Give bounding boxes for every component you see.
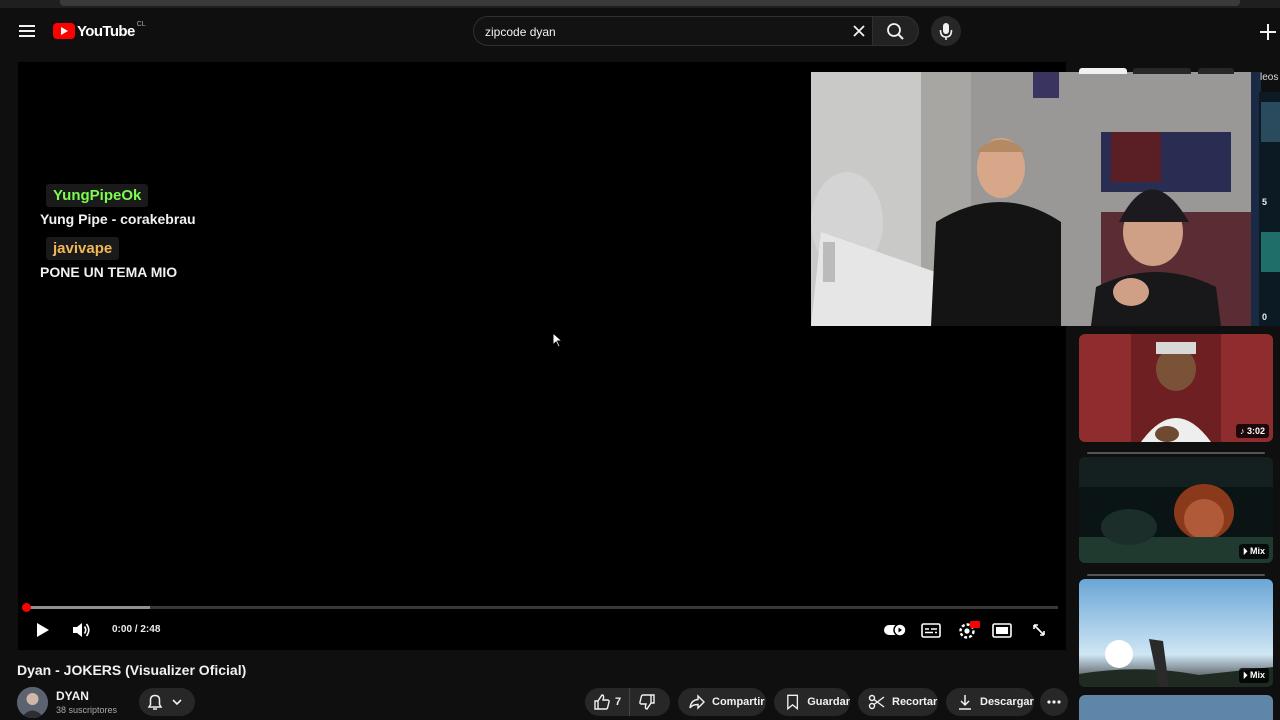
- play-icon: [37, 623, 49, 637]
- search-box: [473, 16, 873, 46]
- clear-icon[interactable]: [849, 21, 869, 41]
- like-count: 7: [615, 696, 622, 708]
- time-display: 0:00 / 2:48: [112, 624, 161, 635]
- chat-text: PONE UN TEMA MIO: [40, 264, 178, 280]
- chat-message: javivape PONE UN TEMA MIO: [40, 237, 196, 280]
- fullscreen-icon: [1033, 624, 1045, 636]
- miniplayer-button[interactable]: [991, 617, 1013, 643]
- settings-icon: [959, 621, 980, 639]
- edge-count: 0: [1262, 312, 1268, 322]
- like-icon: [594, 694, 610, 710]
- filter-chip[interactable]: [1079, 68, 1127, 74]
- filter-chip[interactable]: [1198, 68, 1234, 74]
- chat-overlay: YungPipeOk Yung Pipe - corakebrau javiva…: [40, 184, 196, 290]
- browser-tab-strip: [0, 0, 1280, 8]
- chat-username: YungPipeOk: [46, 184, 149, 207]
- mix-stack-line: [1087, 574, 1265, 576]
- volume-button[interactable]: [70, 617, 92, 643]
- mix-badge: ⏵ Mix: [1238, 668, 1269, 683]
- time-current: 0:00: [112, 624, 133, 635]
- download-icon: [959, 695, 971, 710]
- search-button[interactable]: [873, 16, 919, 46]
- voice-search-button[interactable]: [931, 16, 961, 46]
- mix-text: Mix: [1249, 670, 1265, 680]
- subtitles-button[interactable]: [920, 617, 942, 643]
- chat-message: YungPipeOk Yung Pipe - corakebrau: [40, 184, 196, 227]
- dislike-button[interactable]: [630, 688, 668, 716]
- scrubber-handle[interactable]: [22, 603, 31, 612]
- miniplayer-icon: [992, 623, 1012, 638]
- buffered-bar: [26, 606, 150, 609]
- chevron-down-icon: [172, 699, 182, 706]
- notification-bell-button[interactable]: [139, 688, 195, 716]
- search-icon: [887, 23, 904, 40]
- duration-badge: ♪ 3:02: [1235, 424, 1269, 438]
- sidebar-edge-thumbnail: [1259, 92, 1280, 326]
- create-icon[interactable]: [1256, 20, 1280, 44]
- time-duration: 2:48: [140, 624, 161, 635]
- more-actions-button[interactable]: [1040, 688, 1068, 716]
- save-icon: [787, 694, 799, 711]
- play-button[interactable]: [32, 617, 54, 643]
- video-title: Dyan - JOKERS (Visualizer Oficial): [17, 662, 247, 678]
- mix-stack-line: [1087, 452, 1265, 454]
- filter-chip[interactable]: [1133, 68, 1191, 74]
- country-code: CL: [136, 20, 146, 28]
- fullscreen-button[interactable]: [1028, 617, 1050, 643]
- masthead: YouTube CL: [0, 8, 1280, 54]
- autoplay-toggle-icon: [884, 623, 907, 637]
- download-button[interactable]: Descargar: [946, 688, 1034, 716]
- share-label: Compartir: [712, 696, 765, 708]
- youtube-play-icon: [53, 23, 75, 39]
- mix-badge: ⏵ Mix: [1238, 544, 1269, 559]
- logo-wordmark: YouTube: [77, 22, 135, 40]
- mic-icon: [939, 23, 953, 40]
- recommended-mix-thumbnail[interactable]: ⏵ Mix: [1079, 579, 1273, 687]
- clip-label: Recortar: [892, 696, 938, 708]
- avatar[interactable]: [17, 687, 48, 718]
- save-label: Guardar: [807, 696, 850, 708]
- like-button[interactable]: 7: [585, 688, 630, 716]
- subtitles-icon: [921, 623, 941, 638]
- youtube-logo[interactable]: YouTube CL: [53, 21, 146, 41]
- bell-icon: [147, 694, 163, 710]
- recommended-video-thumbnail[interactable]: [1079, 695, 1273, 720]
- clip-button[interactable]: Recortar: [858, 688, 938, 716]
- save-button[interactable]: Guardar: [774, 688, 850, 716]
- webcam-overlay: [811, 72, 1261, 326]
- filter-chip-label[interactable]: leos: [1260, 72, 1278, 83]
- channel-name[interactable]: DYAN: [56, 689, 89, 703]
- mix-text: Mix: [1249, 546, 1265, 556]
- volume-icon: [73, 623, 90, 637]
- search-input[interactable]: [485, 23, 845, 41]
- like-dislike-group: 7: [585, 688, 670, 716]
- share-icon: [689, 694, 705, 710]
- download-label: Descargar: [980, 696, 1034, 708]
- video-player[interactable]: YungPipeOk Yung Pipe - corakebrau javiva…: [18, 62, 1261, 650]
- mouse-cursor: [552, 332, 564, 348]
- browser-bar: [60, 0, 1240, 6]
- recommended-video-thumbnail[interactable]: ♪ 3:02: [1079, 334, 1273, 442]
- edge-count: 5: [1262, 197, 1268, 207]
- scissors-icon: [868, 694, 885, 710]
- autoplay-toggle[interactable]: [882, 617, 908, 643]
- chat-username: javivape: [46, 237, 120, 260]
- duration-text: 3:02: [1246, 426, 1265, 436]
- progress-bar[interactable]: [22, 603, 1058, 612]
- share-button[interactable]: Compartir: [678, 688, 766, 716]
- settings-button[interactable]: [956, 617, 980, 643]
- dislike-icon: [639, 694, 655, 710]
- recommended-mix-thumbnail[interactable]: ⏵ Mix: [1079, 457, 1273, 563]
- subscriber-count: 38 suscriptores: [56, 705, 118, 715]
- more-horizontal-icon: [1047, 700, 1061, 704]
- chat-text: Yung Pipe - corakebrau: [40, 211, 196, 227]
- menu-icon[interactable]: [14, 19, 40, 43]
